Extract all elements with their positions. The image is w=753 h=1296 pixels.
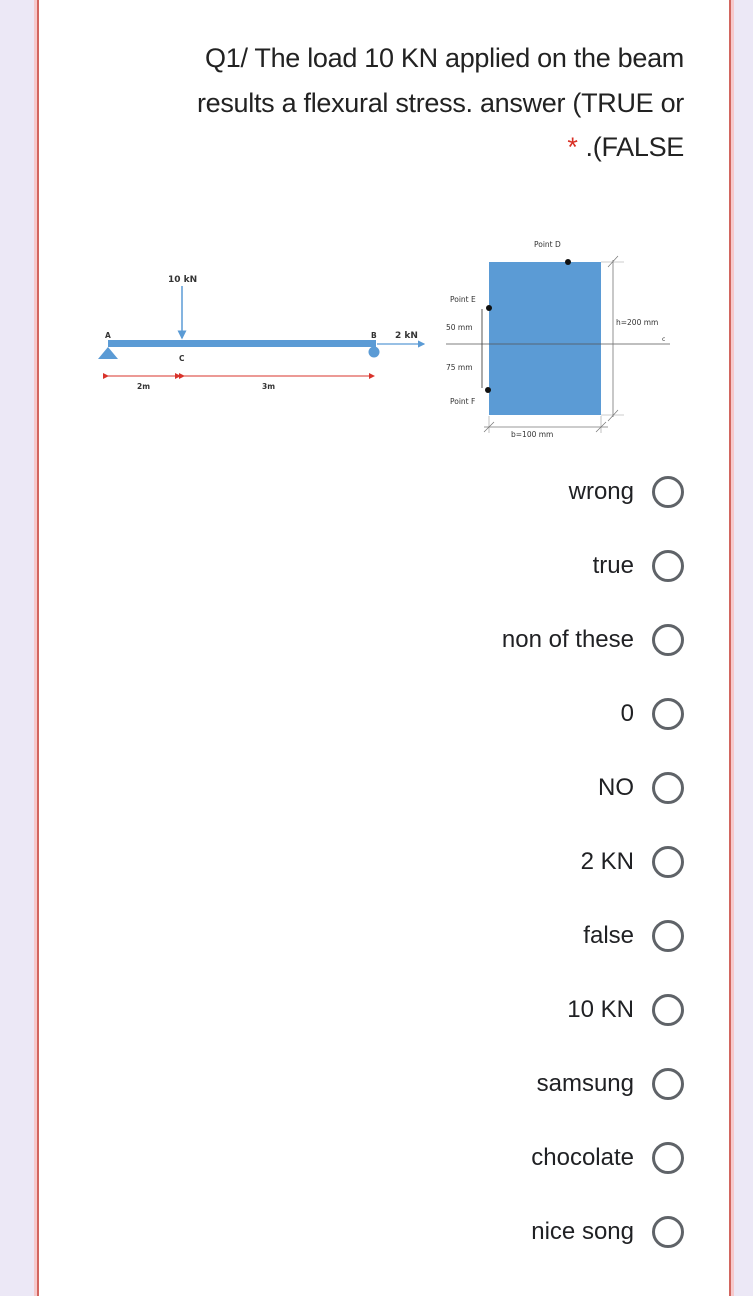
pin-support-a	[98, 347, 118, 359]
radio-button[interactable]	[652, 550, 684, 582]
question-line-2: results a flexural stress. answer (TRUE …	[196, 87, 684, 118]
answer-option-label: chocolate	[531, 1144, 634, 1171]
radio-button[interactable]	[652, 920, 684, 952]
radio-button[interactable]	[652, 1216, 684, 1248]
point-e-marker	[486, 305, 492, 311]
height-label: h=200 mm	[616, 318, 658, 327]
span-ac-label: 2m	[137, 382, 150, 391]
answer-option-label: 0	[620, 700, 634, 727]
question-line-3-text: .(FALSE	[585, 132, 685, 162]
answer-option[interactable]: 2 KN	[581, 842, 684, 882]
radio-button[interactable]	[652, 772, 684, 804]
beam	[108, 340, 376, 347]
beam-diagram: 10 kN A B 2 kN C 2m 3m	[98, 275, 426, 391]
answer-option-label: wrong	[568, 478, 634, 505]
dim-f-label: 75 mm	[446, 363, 473, 372]
answer-option[interactable]: 0	[621, 694, 684, 734]
point-f-marker	[485, 387, 491, 393]
required-asterisk: *	[567, 132, 578, 162]
answer-option-label: 2 KN	[580, 848, 634, 875]
answer-option[interactable]: non of these	[502, 620, 684, 660]
question-line-3: * .(FALSE	[100, 125, 684, 170]
dim-e-label: 50 mm	[446, 323, 473, 332]
point-d-marker	[565, 259, 571, 265]
radio-button[interactable]	[652, 624, 684, 656]
support-b-label: B	[371, 331, 377, 340]
radio-button[interactable]	[652, 476, 684, 508]
answer-option-label: nice song	[531, 1218, 634, 1245]
answer-option-label: true	[592, 552, 634, 579]
radio-button[interactable]	[652, 698, 684, 730]
answer-option-label: NO	[598, 774, 634, 801]
point-d-label: Point D	[534, 240, 561, 249]
point-e-label: Point E	[450, 295, 476, 304]
roller-support-b	[368, 346, 380, 358]
answer-option[interactable]: samsung	[537, 1064, 684, 1104]
centroid-label: c	[662, 336, 665, 343]
radio-button[interactable]	[652, 1142, 684, 1174]
radio-button[interactable]	[652, 846, 684, 878]
question-line-1: Q1/ The load 10 KN applied on the beam	[205, 43, 684, 73]
width-label: b=100 mm	[511, 430, 553, 439]
radio-button[interactable]	[652, 1068, 684, 1100]
span-cb-label: 3m	[262, 382, 275, 391]
question-figure: 10 kN A B 2 kN C 2m 3m c h=200 mm b=100 …	[84, 230, 684, 440]
cross-section-diagram: c h=200 mm b=100 mm Point D Point E Poin…	[446, 240, 670, 439]
answer-option[interactable]: nice song	[531, 1212, 684, 1252]
answer-option-label: non of these	[501, 626, 634, 653]
load-c-label: 10 kN	[168, 275, 197, 285]
load-b-label: 2 kN	[395, 331, 418, 341]
radio-button[interactable]	[652, 994, 684, 1026]
point-c-label: C	[179, 354, 185, 363]
support-a-label: A	[105, 331, 111, 340]
answer-option[interactable]: false	[583, 916, 684, 956]
answer-option[interactable]: 10 KN	[567, 990, 684, 1030]
answer-option-label: 10 KN	[567, 996, 634, 1023]
answer-option[interactable]: NO	[598, 768, 684, 808]
answer-option[interactable]: chocolate	[531, 1138, 684, 1178]
answer-option[interactable]: true	[593, 546, 684, 586]
answer-option-label: false	[583, 922, 634, 949]
question-text: Q1/ The load 10 KN applied on the beam r…	[100, 36, 684, 170]
answer-option-label: samsung	[536, 1070, 634, 1097]
section-rectangle	[489, 262, 601, 415]
beam-and-section-diagram: 10 kN A B 2 kN C 2m 3m c h=200 mm b=100 …	[98, 240, 670, 439]
answer-option[interactable]: wrong	[569, 472, 684, 512]
point-f-label: Point F	[450, 397, 475, 406]
